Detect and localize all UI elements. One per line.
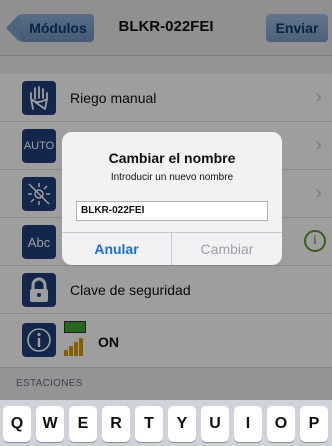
key-y[interactable]: Y bbox=[168, 406, 196, 442]
key-q[interactable]: Q bbox=[3, 406, 31, 442]
key-p[interactable]: P bbox=[300, 406, 328, 442]
key-i[interactable]: I bbox=[234, 406, 262, 442]
rename-dialog: Cambiar el nombre Introducir un nuevo no… bbox=[62, 132, 282, 265]
keyboard: Q W E R T Y U I O P bbox=[0, 400, 332, 446]
dialog-button-bar: Anular Cambiar bbox=[62, 232, 282, 265]
key-w[interactable]: W bbox=[36, 406, 64, 442]
key-u[interactable]: U bbox=[201, 406, 229, 442]
key-o[interactable]: O bbox=[267, 406, 295, 442]
name-input[interactable]: BLKR-022FEI bbox=[76, 201, 268, 221]
confirm-change-button[interactable]: Cambiar bbox=[172, 233, 282, 265]
key-e[interactable]: E bbox=[69, 406, 97, 442]
key-r[interactable]: R bbox=[102, 406, 130, 442]
key-t[interactable]: T bbox=[135, 406, 163, 442]
cancel-button[interactable]: Anular bbox=[62, 233, 172, 265]
dialog-message: Introducir un nuevo nombre bbox=[110, 172, 234, 183]
dialog-title: Cambiar el nombre bbox=[108, 150, 236, 166]
